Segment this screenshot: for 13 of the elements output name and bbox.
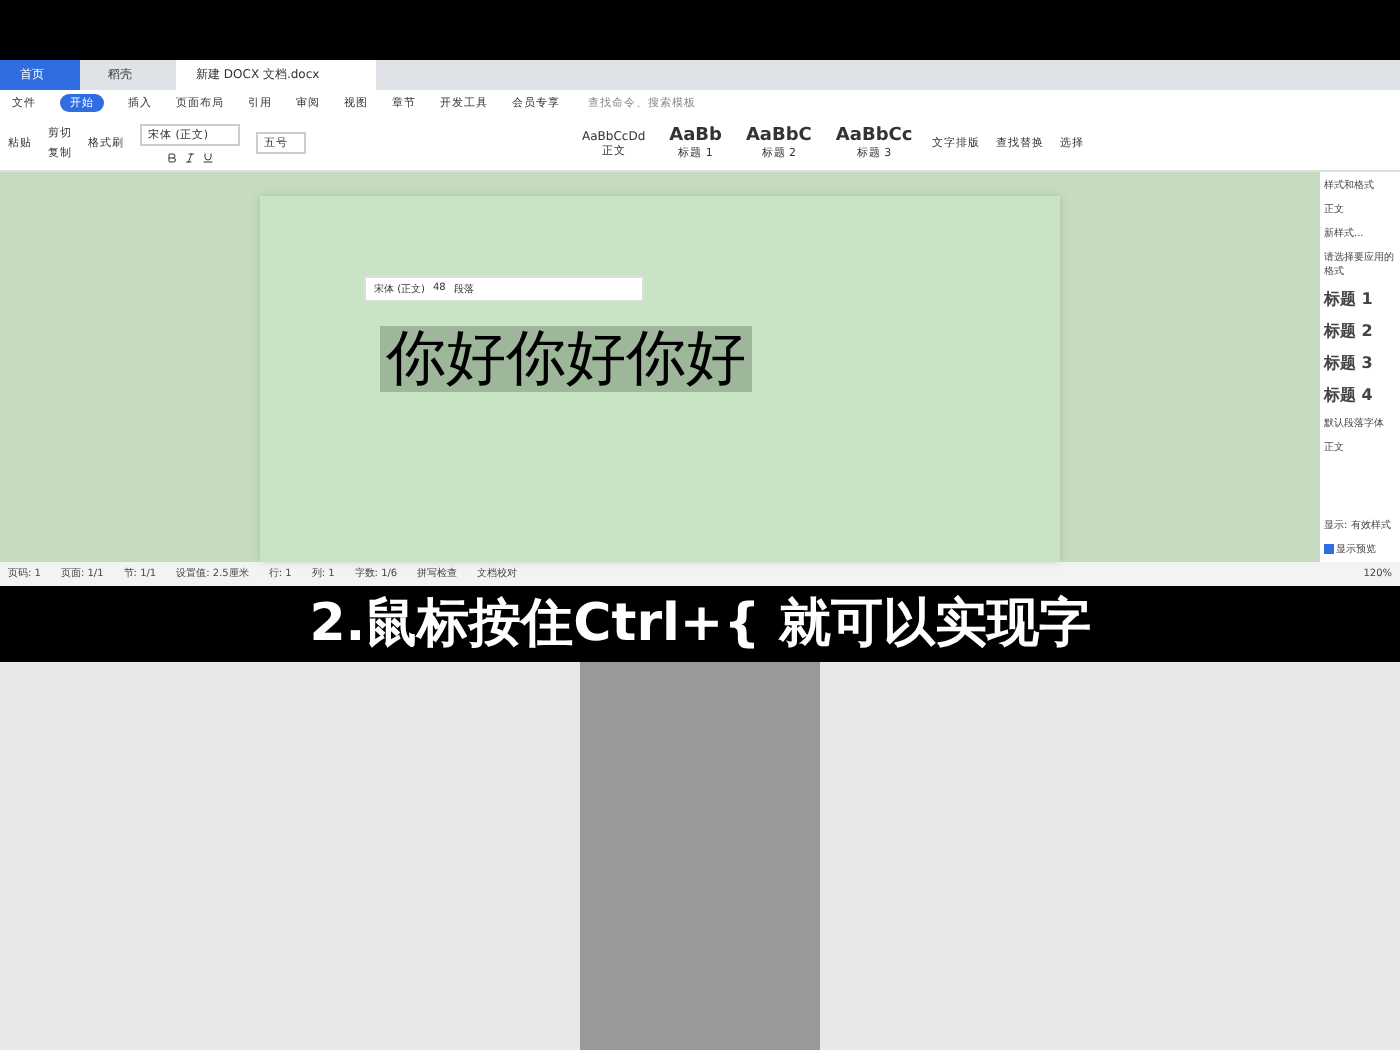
style-sample[interactable]: AaBb bbox=[669, 126, 722, 146]
underline-icon[interactable] bbox=[202, 151, 214, 163]
style-item[interactable]: 标题 4 bbox=[1324, 384, 1396, 406]
subtitle: 2.鼠标按住Ctrl+{ 就可以实现字 bbox=[309, 592, 1091, 658]
style-sample[interactable]: AaBbCc bbox=[835, 126, 913, 146]
style-item[interactable]: 标题 2 bbox=[1324, 320, 1396, 342]
style-item[interactable]: 标题 1 bbox=[1324, 288, 1396, 310]
italic-icon[interactable] bbox=[184, 151, 196, 163]
style-item[interactable]: 标题 3 bbox=[1324, 352, 1396, 374]
document-text: 你好你好你好 bbox=[380, 326, 752, 392]
checkbox[interactable] bbox=[1324, 543, 1334, 553]
style-sample[interactable]: AaBbC bbox=[745, 126, 812, 146]
bold-icon[interactable] bbox=[166, 151, 178, 163]
